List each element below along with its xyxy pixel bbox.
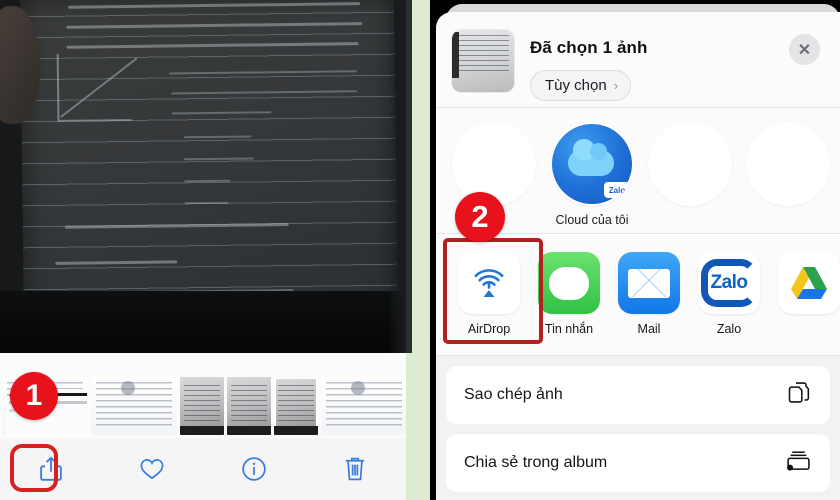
avatar: Zalo (550, 122, 634, 206)
ios-share-sheet: Đã chọn 1 ảnh Tùy chọn › ✕ Zalo Cloud củ… (436, 12, 840, 500)
contact-item-zalo-cloud[interactable]: Zalo Cloud của tôi (550, 122, 634, 227)
app-suggestion-row: AirDrop Tin nhắn Mail Zalo Zalo (436, 234, 840, 356)
heart-icon (140, 459, 164, 480)
trash-icon (346, 457, 365, 481)
filmstrip-thumb[interactable] (321, 377, 406, 435)
favorite-button[interactable] (102, 454, 204, 484)
messages-icon (538, 252, 600, 314)
info-icon (242, 457, 266, 481)
contact-label: Cloud của tôi (555, 213, 629, 227)
options-button[interactable]: Tùy chọn › (530, 70, 632, 101)
shared-album-icon (785, 448, 812, 478)
step-badge-2: 2 (455, 192, 505, 242)
dark-background-edge (0, 291, 406, 353)
app-label: AirDrop (467, 322, 511, 336)
contact-item[interactable] (648, 122, 732, 213)
drive-icon (778, 252, 840, 314)
delete-button[interactable] (305, 454, 407, 484)
filmstrip-thumb[interactable] (227, 377, 271, 435)
selected-photo-thumbnail[interactable] (452, 30, 514, 92)
contact-item[interactable] (746, 122, 830, 213)
filmstrip-thumb-selected[interactable] (274, 377, 318, 435)
chevron-right-icon: › (613, 78, 619, 93)
share-sheet-panel: Đã chọn 1 ảnh Tùy chọn › ✕ Zalo Cloud củ… (430, 0, 840, 500)
close-icon: ✕ (797, 41, 812, 59)
app-item-messages[interactable]: Tin nhắn (538, 252, 600, 336)
zalo-wordmark: Zalo (710, 272, 748, 293)
blank-avatar (746, 122, 830, 206)
filmstrip-container (0, 353, 406, 500)
share-button-highlight (10, 444, 58, 492)
zalo-badge-label: Zalo (604, 182, 630, 198)
graph-sketch (56, 52, 132, 122)
share-sheet-title: Đã chọn 1 ảnh (530, 38, 648, 57)
filmstrip-thumb[interactable] (180, 377, 224, 435)
action-label: Sao chép ảnh (464, 386, 563, 403)
zalo-icon: Zalo (698, 252, 760, 314)
app-label: Zalo (716, 322, 742, 336)
app-item-drive[interactable] (778, 252, 840, 322)
action-row-shared-album[interactable]: Chia sẻ trong album (446, 434, 830, 492)
blank-avatar (452, 122, 536, 206)
filmstrip-thumb[interactable] (91, 377, 177, 435)
screenshot-root: 1 Đã chọn 1 ảnh Tùy chọn › ✕ Zalo Cloud … (0, 0, 840, 500)
panel-divider (406, 0, 430, 500)
photos-bottom-toolbar (0, 438, 406, 500)
info-button[interactable] (203, 454, 305, 484)
photo-edge-shadow (390, 0, 406, 353)
photo-viewer-stage[interactable] (0, 0, 406, 353)
share-actions-list: Sao chép ảnh Chia sẻ trong album (436, 356, 840, 492)
options-button-label: Tùy chọn (545, 77, 607, 94)
action-label: Chia sẻ trong album (464, 454, 608, 471)
copy-icon (787, 380, 812, 410)
close-button[interactable]: ✕ (789, 34, 820, 65)
app-item-mail[interactable]: Mail (618, 252, 680, 336)
step-badge-1: 1 (10, 372, 58, 420)
action-row-copy[interactable]: Sao chép ảnh (446, 366, 830, 424)
app-item-zalo[interactable]: Zalo Zalo (698, 252, 760, 336)
photos-app-panel (0, 0, 406, 500)
photo-filmstrip[interactable] (0, 377, 406, 500)
app-label: Mail (637, 322, 661, 336)
app-item-airdrop[interactable]: AirDrop (443, 238, 543, 344)
blank-avatar (648, 122, 732, 206)
share-sheet-header: Đã chọn 1 ảnh Tùy chọn › ✕ (436, 12, 840, 108)
ruled-lines (19, 0, 399, 333)
notebook-photo (19, 0, 399, 333)
zalo-cloud-icon: Zalo (552, 124, 632, 204)
airdrop-icon (458, 252, 520, 314)
mail-icon (618, 252, 680, 314)
app-label: Tin nhắn (544, 322, 594, 336)
